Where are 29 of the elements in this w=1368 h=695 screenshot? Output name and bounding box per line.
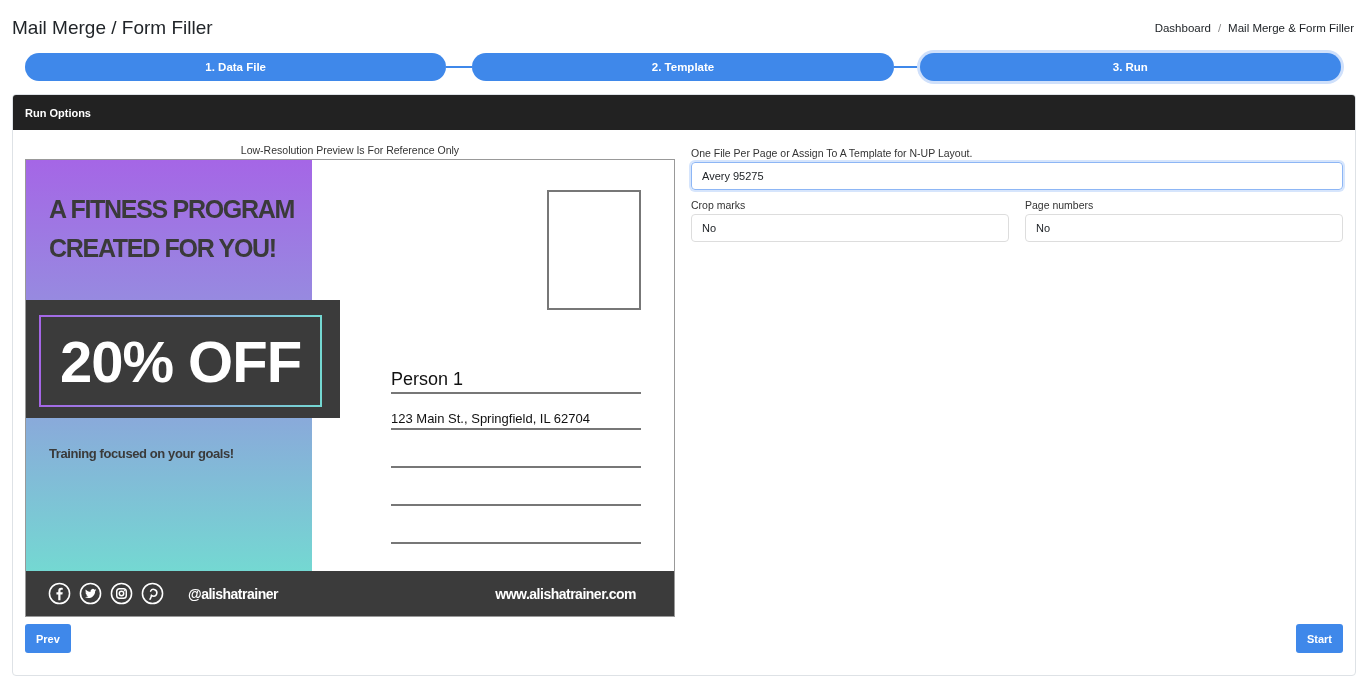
start-button[interactable]: Start xyxy=(1295,624,1343,653)
headline-text: A FITNESS PROGRAM xyxy=(49,194,296,225)
option-select[interactable]: No xyxy=(691,214,1009,242)
breadcrumb-link[interactable]: Mail Merge & Form Filler xyxy=(1228,22,1354,34)
step-tab[interactable]: 1. Data File xyxy=(25,53,447,81)
website-text: www.alishatrainer.com xyxy=(495,585,636,602)
step-tab[interactable]: 3. Run xyxy=(919,53,1341,81)
tagline-text: Training focused on your goals! xyxy=(49,446,235,461)
layout-select[interactable]: Avery 95275 xyxy=(691,162,1343,190)
pin-icon xyxy=(141,582,164,605)
field-label: Crop marks xyxy=(691,199,747,211)
card-title: Run Options xyxy=(25,106,91,119)
step-tab[interactable]: 2. Template xyxy=(472,53,894,81)
camera-icon xyxy=(110,582,133,605)
address-line: 123 Main St., Springfield, IL 62704 xyxy=(391,394,641,430)
social-handle: @alishatrainer xyxy=(188,585,278,602)
prev-button[interactable]: Prev xyxy=(25,624,71,653)
field-label: Page numbers xyxy=(1025,199,1095,211)
preview-caption: Low-Resolution Preview Is For Reference Only xyxy=(239,144,461,156)
offer-text: 20% OFF xyxy=(59,327,302,395)
field-label: One File Per Page or Assign To A Template for N-UP Layout. xyxy=(691,147,974,159)
page-title: Mail Merge / Form Filler xyxy=(12,17,213,39)
breadcrumb-link[interactable]: Dashboard xyxy=(1154,22,1211,34)
headline-text: CREATED FOR YOU! xyxy=(49,233,277,264)
breadcrumb-separator: / xyxy=(1217,22,1222,34)
bird-icon xyxy=(79,582,102,605)
address-line: Person 1 xyxy=(391,365,641,394)
facebook-icon xyxy=(48,582,71,605)
option-select[interactable]: No xyxy=(1025,214,1343,242)
